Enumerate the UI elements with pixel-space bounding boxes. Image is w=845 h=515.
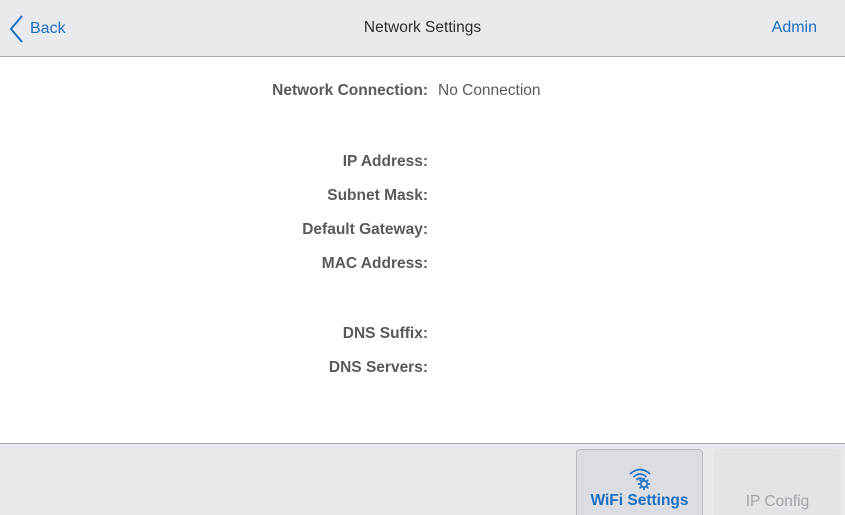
footer-toolbar: WiFi Settings IP Config bbox=[0, 443, 845, 515]
wifi-gear-icon bbox=[628, 468, 651, 490]
ip-address-label: IP Address: bbox=[342, 153, 428, 170]
page-title: Network Settings bbox=[363, 19, 482, 36]
wifi-settings-label: WiFi Settings bbox=[590, 492, 689, 509]
admin-user-button[interactable]: Admin bbox=[772, 19, 817, 37]
ip-config-label: IP Config bbox=[745, 493, 810, 510]
network-connection-row: Network Connection: No Connection bbox=[0, 82, 845, 104]
subnet-mask-label: Subnet Mask: bbox=[327, 187, 428, 204]
network-info-panel: Network Connection: No Connection IP Add… bbox=[0, 57, 845, 444]
dns-suffix-label: DNS Suffix: bbox=[342, 325, 428, 342]
ip-config-button[interactable]: IP Config bbox=[714, 449, 841, 515]
dns-servers-label: DNS Servers: bbox=[328, 359, 428, 376]
ip-address-row: IP Address: bbox=[0, 153, 845, 175]
mac-address-row: MAC Address: bbox=[0, 255, 845, 277]
dns-servers-row: DNS Servers: bbox=[0, 359, 845, 381]
mac-address-label: MAC Address: bbox=[321, 255, 428, 272]
network-connection-value: No Connection bbox=[438, 82, 541, 99]
title-bar: Back Network Settings Admin bbox=[0, 0, 845, 57]
wifi-settings-button[interactable]: WiFi Settings bbox=[576, 449, 703, 515]
subnet-mask-row: Subnet Mask: bbox=[0, 187, 845, 209]
default-gateway-label: Default Gateway: bbox=[302, 221, 428, 238]
network-connection-label: Network Connection: bbox=[272, 82, 428, 99]
dns-suffix-row: DNS Suffix: bbox=[0, 325, 845, 347]
default-gateway-row: Default Gateway: bbox=[0, 221, 845, 243]
